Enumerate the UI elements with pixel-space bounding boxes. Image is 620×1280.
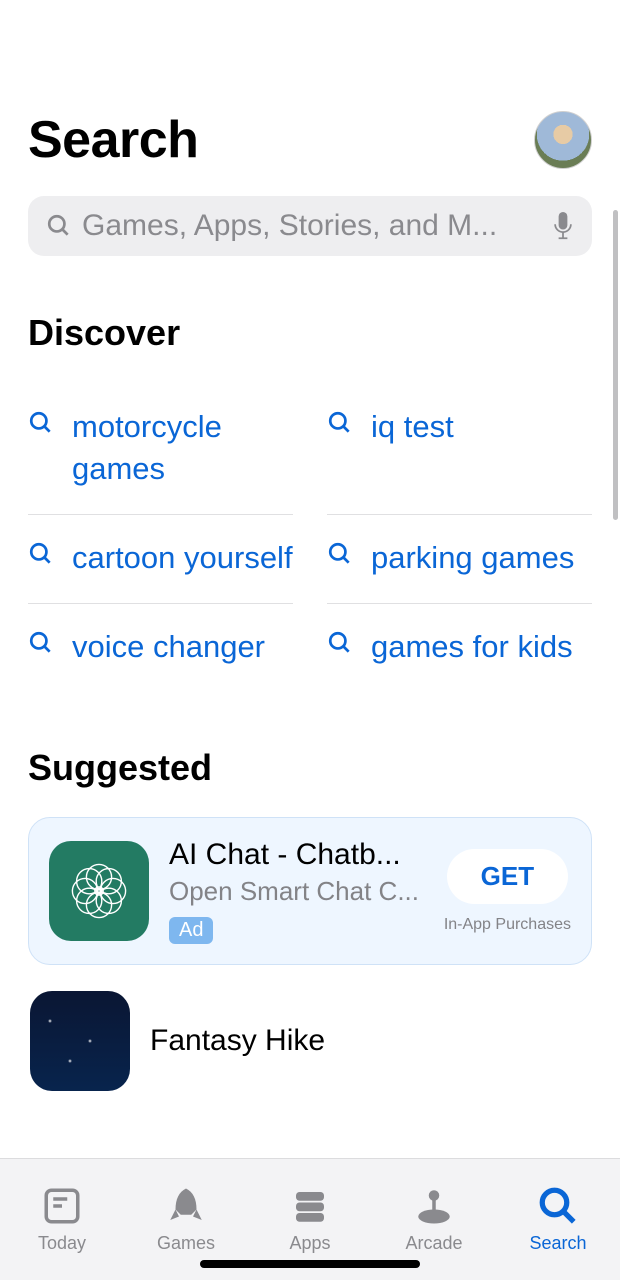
search-icon — [28, 630, 54, 656]
discover-item[interactable]: cartoon yourself — [28, 515, 293, 604]
tab-today[interactable]: Today — [0, 1159, 124, 1280]
discover-heading: Discover — [28, 312, 592, 354]
discover-item[interactable]: games for kids — [327, 604, 592, 692]
app-name: AI Chat - Chatb... — [169, 838, 424, 872]
today-icon — [41, 1185, 83, 1227]
suggested-ad-card[interactable]: AI Chat - Chatb... Open Smart Chat C... … — [28, 817, 592, 965]
discover-label: iq test — [371, 406, 454, 448]
search-icon — [537, 1185, 579, 1227]
tab-label: Apps — [289, 1233, 330, 1254]
scroll-indicator[interactable] — [613, 210, 618, 520]
tab-label: Games — [157, 1233, 215, 1254]
rocket-icon — [165, 1185, 207, 1227]
get-button[interactable]: GET — [447, 849, 568, 904]
home-indicator[interactable] — [200, 1260, 420, 1268]
app-name: Fantasy Hike — [150, 1024, 325, 1058]
discover-label: parking games — [371, 537, 574, 579]
discover-label: cartoon yourself — [72, 537, 293, 579]
discover-label: motorcycle games — [72, 406, 293, 490]
tab-label: Today — [38, 1233, 86, 1254]
search-icon — [327, 630, 353, 656]
apps-icon — [289, 1185, 331, 1227]
search-placeholder: Games, Apps, Stories, and M... — [82, 209, 542, 243]
tab-label: Search — [529, 1233, 586, 1254]
profile-avatar[interactable] — [534, 111, 592, 169]
search-icon — [327, 410, 353, 436]
tab-search[interactable]: Search — [496, 1159, 620, 1280]
discover-item[interactable]: iq test — [327, 384, 592, 515]
discover-item[interactable]: motorcycle games — [28, 384, 293, 515]
search-input[interactable]: Games, Apps, Stories, and M... — [28, 196, 592, 256]
search-icon — [46, 213, 72, 239]
discover-item[interactable]: voice changer — [28, 604, 293, 692]
tab-label: Arcade — [405, 1233, 462, 1254]
search-icon — [28, 541, 54, 567]
suggested-item[interactable]: Fantasy Hike — [28, 991, 592, 1091]
search-icon — [327, 541, 353, 567]
app-subtitle: Open Smart Chat C... — [169, 876, 424, 907]
iap-label: In-App Purchases — [444, 916, 571, 934]
discover-label: games for kids — [371, 626, 573, 668]
arcade-icon — [413, 1185, 455, 1227]
page-title: Search — [28, 110, 198, 170]
microphone-icon[interactable] — [552, 212, 574, 240]
ad-badge: Ad — [169, 917, 213, 944]
discover-label: voice changer — [72, 626, 265, 668]
suggested-heading: Suggested — [28, 747, 592, 789]
app-icon — [49, 841, 149, 941]
app-icon — [30, 991, 130, 1091]
discover-item[interactable]: parking games — [327, 515, 592, 604]
search-icon — [28, 410, 54, 436]
